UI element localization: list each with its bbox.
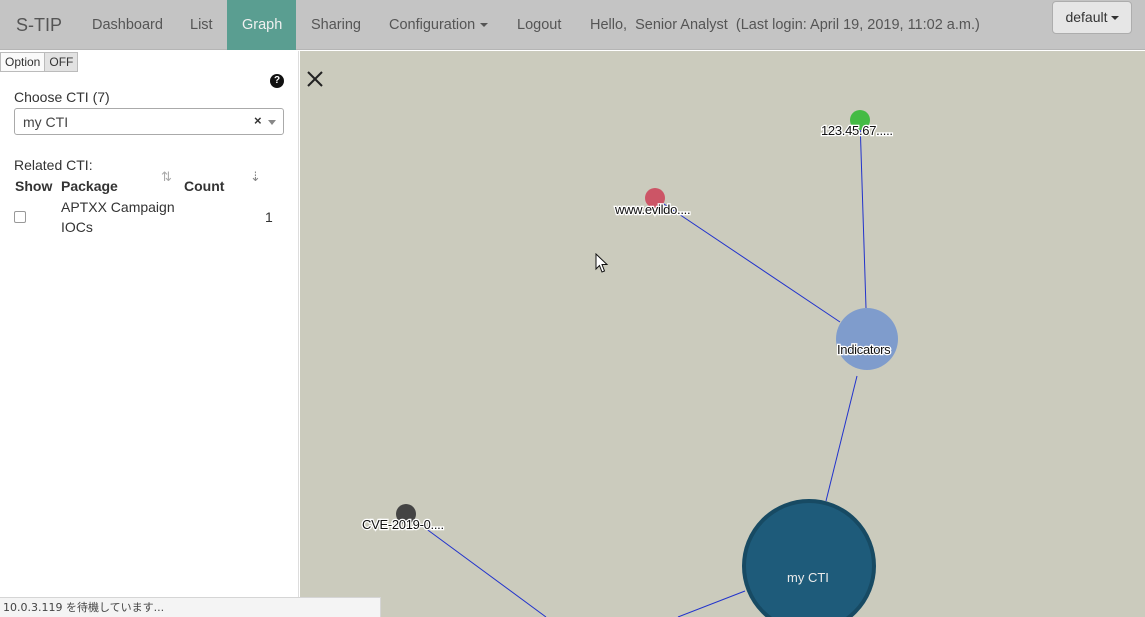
profile-dropdown-button[interactable]: default (1052, 1, 1132, 34)
graph-node-mycti[interactable]: my CTI (742, 499, 876, 617)
close-icon[interactable] (305, 69, 325, 89)
package-count: 1 (265, 209, 273, 225)
graph-node-cve[interactable]: CVE-2019-0.... (361, 504, 445, 533)
column-header-show: Show (15, 178, 53, 194)
cti-select[interactable]: my CTI × (14, 108, 284, 135)
nav-list[interactable]: List (175, 0, 228, 50)
sort-desc-icon[interactable]: ⇣ (250, 169, 261, 185)
node-label-mycti: my CTI (787, 570, 829, 585)
brand-logo[interactable]: S-TIP (16, 15, 62, 36)
option-toggle[interactable]: Option OFF (0, 52, 79, 72)
nav-dashboard[interactable]: Dashboard (77, 0, 178, 50)
node-label-ip: 123.45.67..... (821, 123, 893, 138)
node-circle (836, 308, 898, 370)
nav-configuration[interactable]: Configuration (374, 0, 503, 50)
options-sidebar: Option OFF ? Choose CTI (7) my CTI × Rel… (0, 51, 299, 617)
browser-status-bar: 10.0.3.119 を待機しています... (0, 597, 381, 617)
option-toggle-state[interactable]: OFF (45, 53, 78, 71)
profile-dropdown-label: default (1065, 9, 1108, 25)
node-label-cve: CVE-2019-0.... (362, 517, 444, 532)
node-label-evil: www.evildo.... (614, 202, 690, 217)
graph-node-evil[interactable]: www.evildo.... (613, 188, 692, 218)
nav-graph[interactable]: Graph (227, 0, 296, 50)
choose-cti-label: Choose CTI (7) (14, 89, 110, 105)
graph-node-ip[interactable]: 123.45.67..... (820, 110, 894, 139)
question-circle-icon[interactable]: ? (270, 74, 284, 88)
edge-mycti-indicators (825, 375, 858, 502)
top-navbar: S-TIP Dashboard List Graph Sharing Confi… (0, 0, 1145, 50)
user-greeting: Hello, Senior Analyst (Last login: April… (590, 17, 980, 33)
option-toggle-label[interactable]: Option (1, 53, 46, 71)
graph-canvas[interactable]: www.evildo.... 123.45.67..... Indicators… (300, 51, 1145, 617)
package-name: APTXX Campaign IOCs (61, 199, 175, 235)
nav-sharing[interactable]: Sharing (296, 0, 376, 50)
show-checkbox[interactable] (14, 211, 26, 223)
chevron-down-icon (480, 23, 489, 28)
related-cti-label: Related CTI: (14, 157, 93, 173)
sort-icon[interactable]: ⇅ (161, 169, 172, 185)
column-header-package[interactable]: Package (61, 178, 118, 194)
cti-select-value: my CTI (23, 114, 69, 130)
nav-configuration-label: Configuration (389, 17, 476, 33)
node-circle (742, 499, 876, 617)
clear-selection-icon[interactable]: × (254, 113, 262, 128)
edge-indicators-ip (859, 119, 867, 309)
node-label-indicators: Indicators (837, 342, 891, 357)
graph-svg[interactable]: www.evildo.... 123.45.67..... Indicators… (300, 51, 1145, 617)
edge-mycti-bottom (677, 590, 746, 617)
nav-logout[interactable]: Logout (502, 0, 576, 50)
chevron-down-icon[interactable] (268, 120, 276, 125)
graph-node-indicators[interactable]: Indicators (836, 308, 898, 370)
chevron-down-icon (1110, 16, 1119, 21)
column-header-count[interactable]: Count (184, 178, 224, 194)
mouse-cursor-icon (595, 253, 609, 273)
